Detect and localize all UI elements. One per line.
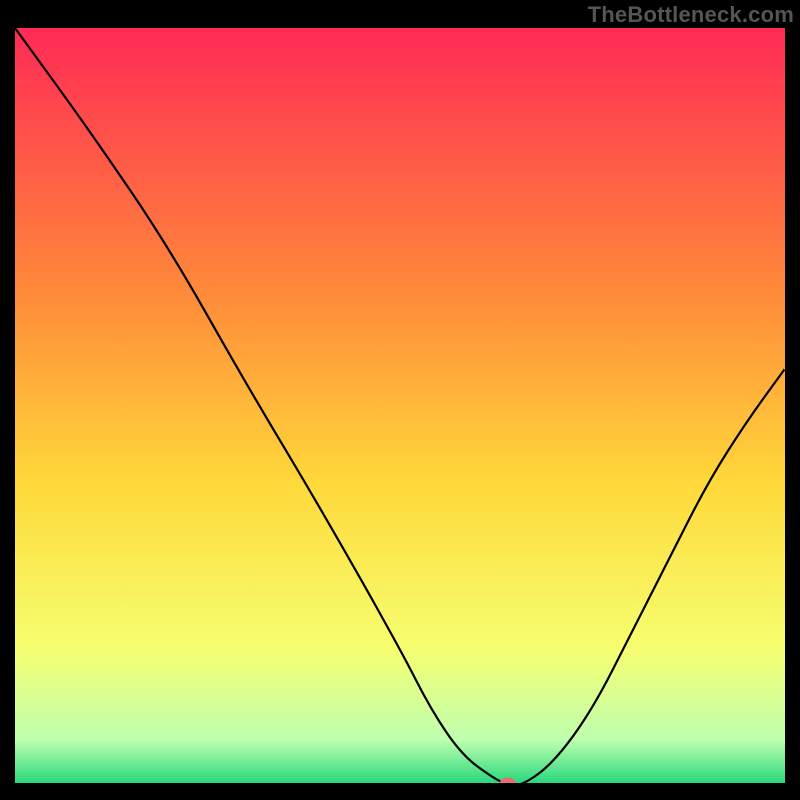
watermark-text: TheBottleneck.com [588,2,794,28]
gradient-background [15,28,785,785]
plot-background [15,28,785,785]
chart-container: TheBottleneck.com [0,0,800,800]
